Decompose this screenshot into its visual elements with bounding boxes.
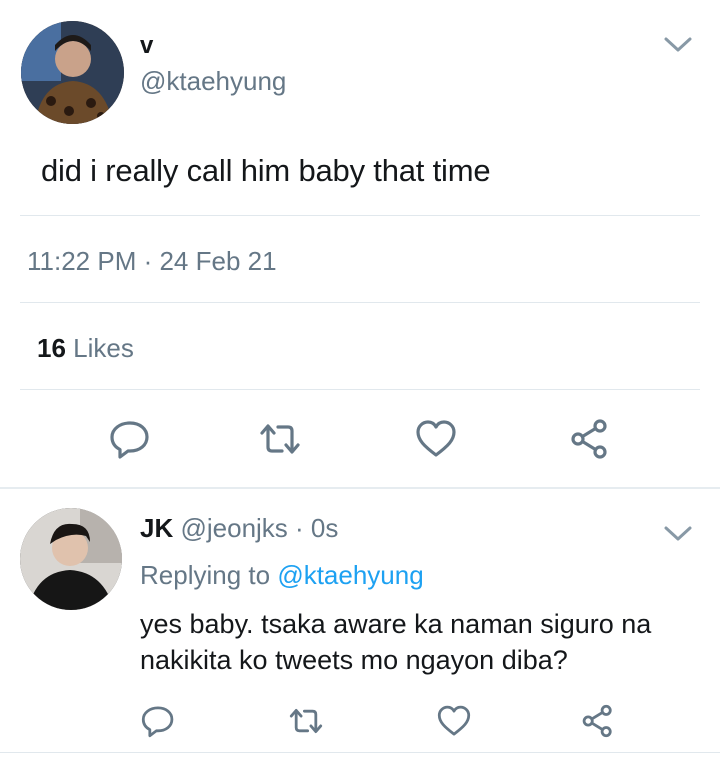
section-separator xyxy=(0,487,720,489)
replying-mention-link[interactable]: @ktaehyung xyxy=(277,560,423,590)
likes-number: 16 xyxy=(37,333,66,363)
tweet-timestamp[interactable]: 11:22 PM · 24 Feb 21 xyxy=(27,246,277,277)
reply-avatar-image xyxy=(20,508,122,610)
reply-text: yes baby. tsaka aware ka naman siguro na… xyxy=(140,606,700,678)
avatar-image xyxy=(21,21,124,124)
reply-text-line: nakikita ko tweets mo ngayon diba? xyxy=(140,645,568,675)
heart-icon[interactable] xyxy=(436,703,472,739)
reply-author-handle[interactable]: @jeonjks xyxy=(173,513,287,543)
replying-to: Replying to @ktaehyung xyxy=(140,560,424,591)
reply-author-name[interactable]: JK xyxy=(140,513,173,543)
author-handle[interactable]: @ktaehyung xyxy=(140,66,286,97)
reply-icon[interactable] xyxy=(140,703,176,739)
likes-count[interactable]: 16 Likes xyxy=(37,333,134,364)
divider xyxy=(0,752,720,753)
reply-avatar[interactable] xyxy=(20,508,122,610)
tweet-text: did i really call him baby that time xyxy=(41,153,491,188)
avatar[interactable] xyxy=(21,21,124,124)
retweet-icon[interactable] xyxy=(258,417,302,461)
share-icon[interactable] xyxy=(580,703,616,739)
likes-label: Likes xyxy=(65,333,134,363)
reply-header: JK @jeonjks · 0s xyxy=(140,513,338,544)
divider xyxy=(20,389,700,390)
chevron-down-icon[interactable] xyxy=(662,35,694,55)
chevron-down-icon[interactable] xyxy=(662,524,694,544)
reply-icon[interactable] xyxy=(108,417,152,461)
heart-icon[interactable] xyxy=(414,417,458,461)
retweet-icon[interactable] xyxy=(288,703,324,739)
share-icon[interactable] xyxy=(568,417,612,461)
divider xyxy=(20,302,700,303)
author-name[interactable]: v xyxy=(140,32,153,60)
divider xyxy=(20,215,700,216)
reply-text-line: yes baby. tsaka aware ka naman siguro na xyxy=(140,609,652,639)
reply-time: · 0s xyxy=(287,513,339,543)
replying-prefix: Replying to xyxy=(140,560,278,590)
